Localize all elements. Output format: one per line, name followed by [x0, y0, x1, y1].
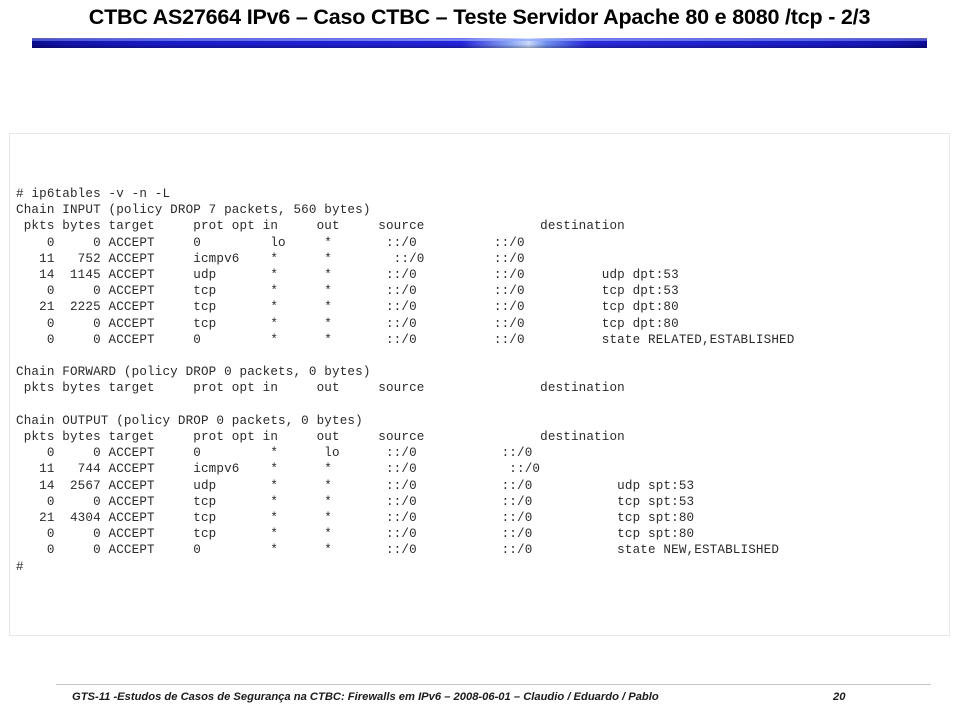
footer-text: GTS-11 -Estudos de Casos de Segurança na…: [72, 691, 659, 703]
terminal-line: pkts bytes target prot opt in out source…: [16, 219, 625, 234]
terminal-line: 0 0 ACCEPT 0 * * ::/0 ::/0 state RELATED…: [16, 332, 795, 347]
terminal-line: pkts bytes target prot opt in out source…: [16, 430, 625, 445]
terminal-line: 0 0 ACCEPT tcp * * ::/0 ::/0 tcp dpt:80: [16, 316, 679, 331]
terminal-line: 14 1145 ACCEPT udp * * ::/0 ::/0 udp dpt…: [16, 268, 679, 283]
terminal-line: 11 744 ACCEPT icmpv6 * * ::/0 ::/0: [16, 462, 541, 477]
terminal-line: 0 0 ACCEPT tcp * * ::/0 ::/0 tcp dpt:53: [16, 284, 679, 299]
terminal-line: 14 2567 ACCEPT udp * * ::/0 ::/0 udp spt…: [16, 478, 695, 493]
terminal-line: 0 0 ACCEPT 0 * lo ::/0 ::/0: [16, 446, 533, 461]
page-title: CTBC AS27664 IPv6 – Caso CTBC – Teste Se…: [88, 5, 871, 29]
terminal-line: pkts bytes target prot opt in out source…: [16, 381, 625, 396]
terminal-line: Chain FORWARD (policy DROP 0 packets, 0 …: [16, 365, 371, 380]
page-number: 20: [833, 691, 846, 703]
footer-divider: [56, 684, 931, 685]
terminal-line: 21 2225 ACCEPT tcp * * ::/0 ::/0 tcp dpt…: [16, 300, 679, 315]
terminal-line: #: [16, 559, 24, 574]
terminal-line: 11 752 ACCEPT icmpv6 * * ::/0 ::/0: [16, 251, 525, 266]
terminal-line: 0 0 ACCEPT tcp * * ::/0 ::/0 tcp spt:53: [16, 494, 695, 509]
terminal-line: 0 0 ACCEPT 0 * * ::/0 ::/0 state NEW,EST…: [16, 543, 780, 558]
terminal-line: 21 4304 ACCEPT tcp * * ::/0 ::/0 tcp spt…: [16, 511, 695, 526]
terminal-line: 0 0 ACCEPT 0 lo * ::/0 ::/0: [16, 235, 525, 250]
terminal-line: 0 0 ACCEPT tcp * * ::/0 ::/0 tcp spt:80: [16, 527, 695, 542]
terminal-line: Chain INPUT (policy DROP 7 packets, 560 …: [16, 203, 371, 218]
title-divider-bar: [32, 38, 927, 48]
terminal-line: # ip6tables -v -n -L: [16, 187, 171, 201]
terminal-output: # ip6tables -v -n -L Chain INPUT (policy …: [16, 186, 946, 575]
terminal-line: Chain OUTPUT (policy DROP 0 packets, 0 b…: [16, 413, 363, 428]
